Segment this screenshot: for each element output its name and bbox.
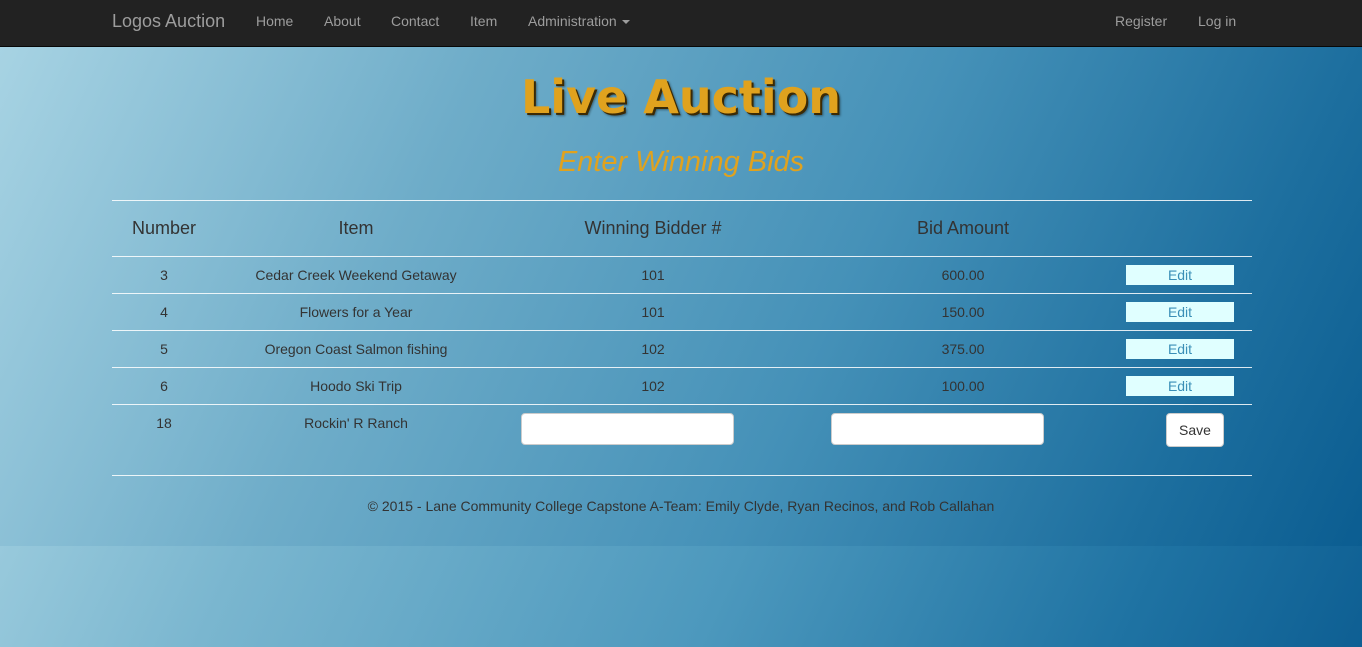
row-divider: [112, 330, 1252, 331]
nav-contact[interactable]: Contact: [391, 13, 439, 29]
winning-bidder-input[interactable]: [521, 413, 734, 445]
row-number: 5: [160, 341, 168, 357]
nav-administration-label: Administration: [528, 13, 617, 29]
row-amount: 375.00: [941, 341, 985, 357]
row-amount: 150.00: [941, 304, 985, 320]
row-bidder: 101: [641, 304, 665, 320]
brand-link[interactable]: Logos Auction: [112, 11, 225, 32]
row-item: Flowers for a Year: [299, 304, 413, 320]
edit-button[interactable]: Edit: [1126, 302, 1234, 322]
edit-button[interactable]: Edit: [1126, 376, 1234, 396]
header-bid-amount: Bid Amount: [916, 218, 1010, 238]
entry-row-item: Rockin' R Ranch: [304, 415, 408, 431]
row-divider: [112, 293, 1252, 294]
row-divider: [112, 367, 1252, 368]
row-bidder: 101: [641, 267, 665, 283]
edit-button[interactable]: Edit: [1126, 339, 1234, 359]
nav-about[interactable]: About: [324, 13, 361, 29]
row-divider: [112, 404, 1252, 405]
row-number: 3: [160, 267, 168, 283]
save-button[interactable]: Save: [1166, 413, 1224, 447]
header-number: Number: [131, 218, 197, 238]
entry-row-number: 18: [156, 415, 172, 431]
page-title: Live Auction: [520, 70, 841, 124]
nav-item[interactable]: Item: [470, 13, 497, 29]
header-divider: [112, 256, 1252, 257]
row-item: Cedar Creek Weekend Getaway: [255, 267, 457, 283]
footer-divider: [112, 475, 1252, 476]
row-amount: 100.00: [941, 378, 985, 394]
header-winning-bidder: Winning Bidder #: [584, 218, 722, 238]
nav-login[interactable]: Log in: [1198, 13, 1236, 29]
row-number: 6: [160, 378, 168, 394]
top-navbar: Logos Auction Home About Contact Item Ad…: [0, 0, 1362, 47]
bid-amount-input[interactable]: [831, 413, 1044, 445]
row-number: 4: [160, 304, 168, 320]
row-item: Oregon Coast Salmon fishing: [264, 341, 448, 357]
header-item: Item: [338, 218, 374, 238]
nav-home[interactable]: Home: [256, 13, 293, 29]
row-bidder: 102: [641, 378, 665, 394]
nav-register[interactable]: Register: [1115, 13, 1167, 29]
caret-down-icon: [621, 20, 630, 25]
edit-button[interactable]: Edit: [1126, 265, 1234, 285]
row-item: Hoodo Ski Trip: [310, 378, 402, 394]
page-subtitle: Enter Winning Bids: [557, 146, 805, 178]
row-bidder: 102: [641, 341, 665, 357]
table-top-divider: [112, 200, 1252, 201]
footer-text: © 2015 - Lane Community College Capstone…: [367, 498, 995, 514]
nav-administration-dropdown[interactable]: Administration: [528, 13, 630, 29]
row-amount: 600.00: [941, 267, 985, 283]
